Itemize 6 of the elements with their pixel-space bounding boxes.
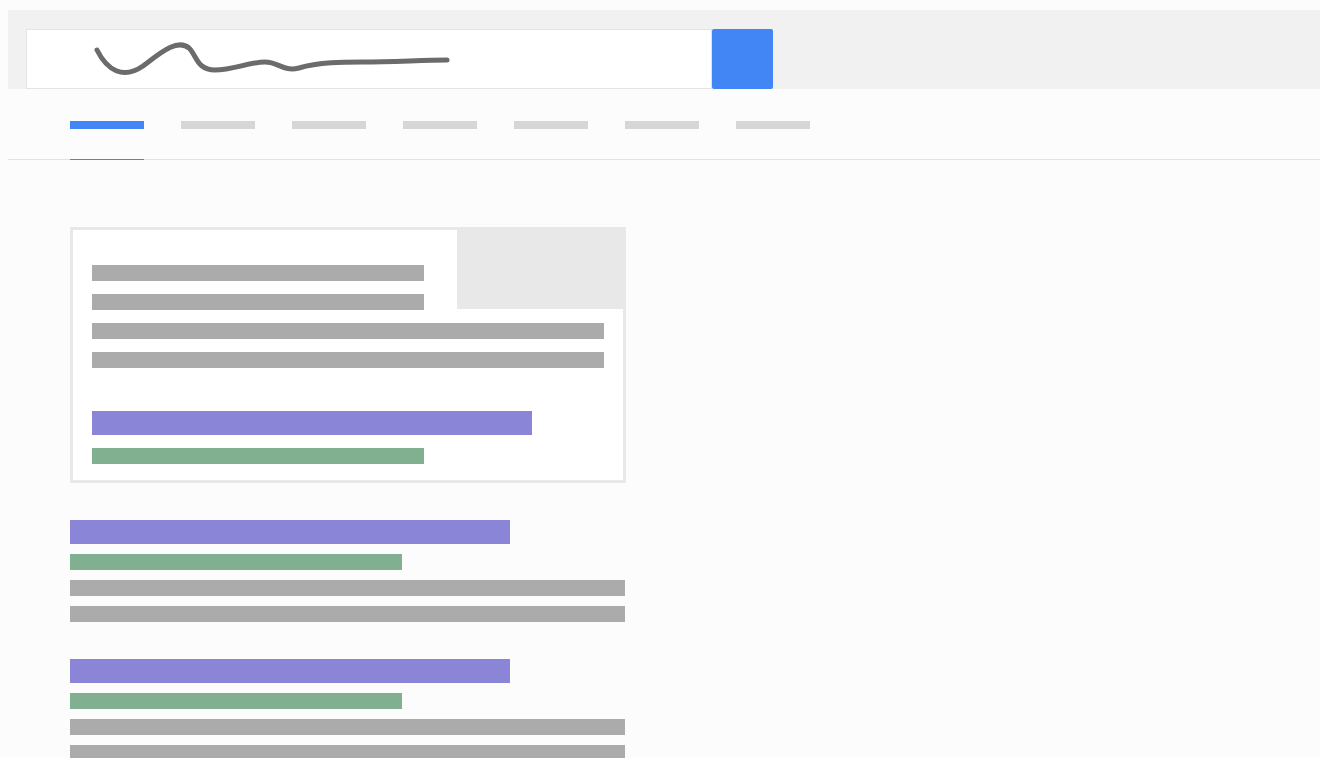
title-placeholder[interactable] <box>70 659 510 683</box>
title-placeholder[interactable] <box>70 520 510 544</box>
search-field[interactable] <box>26 29 712 89</box>
search-button[interactable] <box>712 29 773 89</box>
tab[interactable] <box>70 121 144 160</box>
title-placeholder[interactable] <box>92 411 532 435</box>
